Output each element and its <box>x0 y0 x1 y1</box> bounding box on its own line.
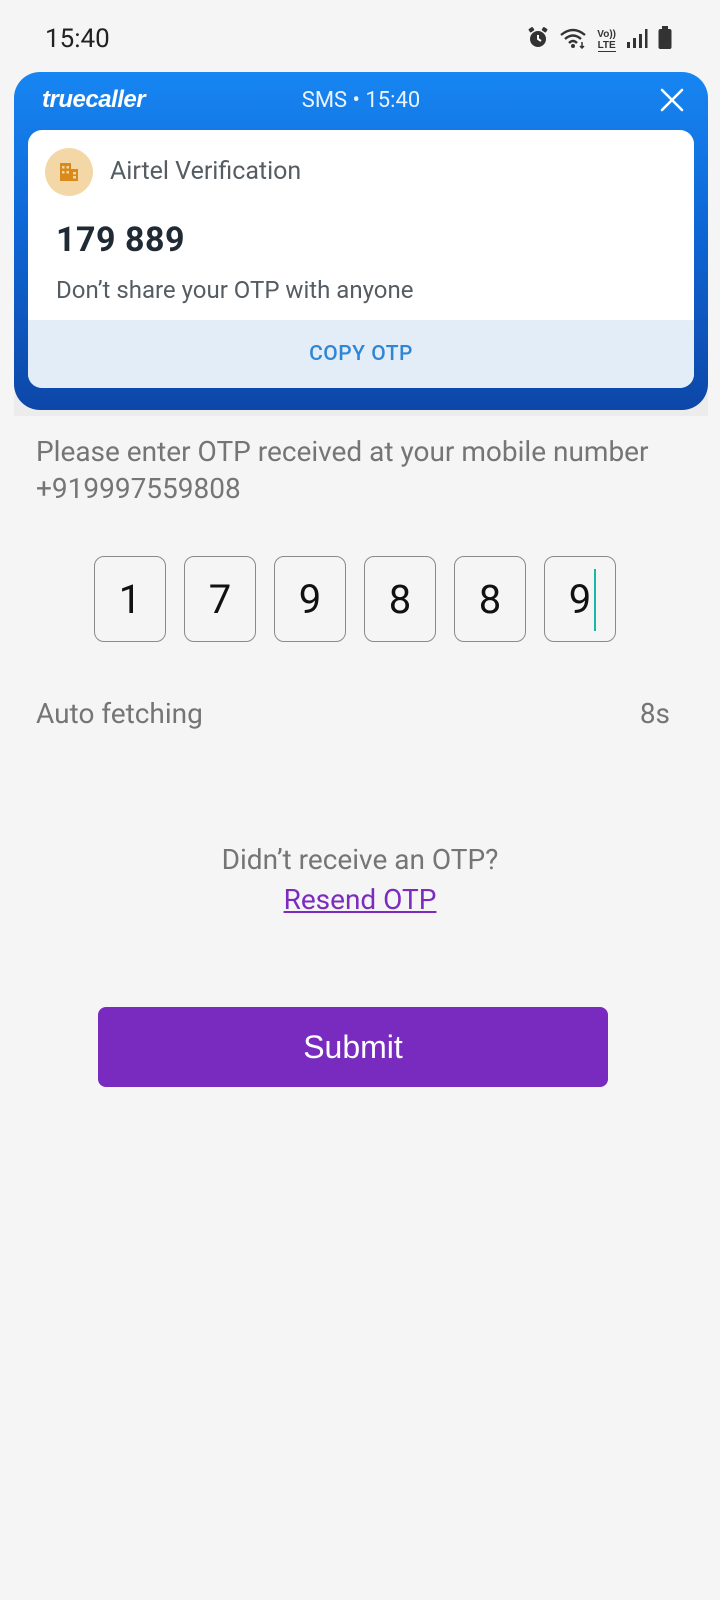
wifi-icon <box>559 27 587 53</box>
otp-digit-5[interactable]: 8 <box>454 556 526 642</box>
status-bar: 15:40 Vo)) LTE <box>0 0 720 80</box>
lte-text: LTE <box>597 39 616 52</box>
sender-name: Airtel Verification <box>110 157 302 186</box>
volte-text: Vo)) <box>597 28 616 40</box>
sms-body: Airtel Verification 179 889 Don’t share … <box>28 130 694 388</box>
status-time: 15:40 <box>45 24 110 54</box>
alarm-icon <box>527 27 549 53</box>
truecaller-sms-card[interactable]: truecaller SMS • 15:40 Airtel Verificati… <box>14 72 708 410</box>
resend-otp-link[interactable]: Resend OTP <box>0 883 720 916</box>
submit-button[interactable]: Submit <box>98 1007 608 1087</box>
auto-fetching-label: Auto fetching <box>36 697 203 730</box>
otp-digit-4[interactable]: 8 <box>364 556 436 642</box>
text-caret <box>594 569 596 631</box>
close-icon[interactable] <box>658 86 686 114</box>
otp-digit-2[interactable]: 7 <box>184 556 256 642</box>
battery-icon <box>658 26 672 54</box>
status-icons: Vo)) LTE <box>527 26 672 54</box>
screen: 15:40 Vo)) LTE truecaller SMS • 15:40 Ai… <box>0 0 720 1600</box>
otp-digit-6-value: 9 <box>568 575 592 623</box>
otp-digit-1[interactable]: 1 <box>94 556 166 642</box>
volte-lte-icon: Vo)) LTE <box>597 29 616 52</box>
copy-otp-button[interactable]: COPY OTP <box>28 320 694 388</box>
signal-icon <box>626 27 648 53</box>
otp-digit-6[interactable]: 9 <box>544 556 616 642</box>
otp-digit-3[interactable]: 9 <box>274 556 346 642</box>
didnt-receive-text: Didn’t receive an OTP? <box>221 843 499 876</box>
auto-fetching-timer: 8s <box>639 697 670 730</box>
sms-message: Don’t share your OTP with anyone <box>56 276 414 304</box>
otp-prompt: Please enter OTP received at your mobile… <box>36 435 649 505</box>
otp-code: 179 889 <box>56 220 185 260</box>
sms-meta: SMS • 15:40 <box>301 88 421 113</box>
otp-input-group: 1 7 9 8 8 9 <box>94 556 616 642</box>
business-icon <box>45 148 93 196</box>
